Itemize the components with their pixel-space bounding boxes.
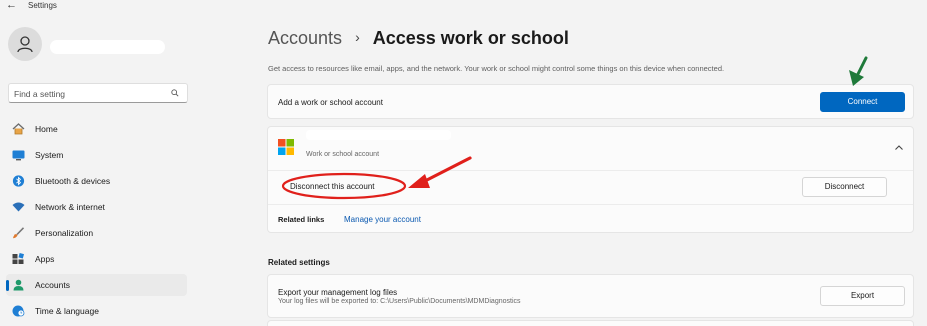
accounts-icon <box>13 279 24 291</box>
breadcrumb-separator: › <box>355 29 360 45</box>
export-button[interactable]: Export <box>820 286 905 306</box>
username-redacted <box>50 40 165 54</box>
sidebar-item-apps[interactable]: Apps <box>6 248 187 270</box>
chevron-up-icon[interactable] <box>894 144 904 151</box>
account-type-label: Work or school account <box>306 151 380 158</box>
next-card-partial <box>267 320 914 326</box>
wifi-icon <box>12 202 25 212</box>
related-links-label: Related links <box>278 215 325 224</box>
sidebar: Find a setting Home System Bluetooth & d… <box>0 14 200 326</box>
connect-button[interactable]: Connect <box>820 92 905 112</box>
back-button[interactable]: ← <box>6 0 17 11</box>
sidebar-item-time-language[interactable]: Time & language <box>6 300 187 322</box>
sidebar-item-accounts[interactable]: Accounts <box>6 274 187 296</box>
sidebar-item-label: Network & internet <box>35 202 105 212</box>
green-arrow-annotation <box>849 56 868 86</box>
sidebar-item-label: Personalization <box>35 228 94 238</box>
search-placeholder: Find a setting <box>14 89 66 99</box>
breadcrumb-parent[interactable]: Accounts <box>268 28 342 48</box>
sidebar-item-label: Time & language <box>35 306 99 316</box>
page-description: Get access to resources like email, apps… <box>268 64 725 73</box>
divider <box>268 170 913 171</box>
related-settings-title: Related settings <box>268 258 330 267</box>
add-account-card: Add a work or school account Connect <box>267 84 914 119</box>
sidebar-item-label: Bluetooth & devices <box>35 176 111 186</box>
work-account-card: Work or school account Disconnect this a… <box>267 126 914 233</box>
export-logs-title: Export your management log files <box>278 288 398 297</box>
search-icon <box>171 89 179 97</box>
search-input[interactable]: Find a setting <box>8 83 188 103</box>
system-icon <box>12 150 25 161</box>
export-logs-card: Export your management log files Your lo… <box>267 274 914 318</box>
manage-account-link[interactable]: Manage your account <box>344 215 421 224</box>
avatar[interactable] <box>8 27 42 61</box>
page-title: Access work or school <box>372 28 569 48</box>
sidebar-item-label: Home <box>35 124 58 134</box>
sidebar-item-network[interactable]: Network & internet <box>6 196 187 218</box>
sidebar-item-label: System <box>35 150 64 160</box>
divider <box>268 204 913 205</box>
window-title: Settings <box>28 1 57 10</box>
breadcrumb: Accounts › Access work or school <box>268 28 569 49</box>
home-icon <box>12 123 25 135</box>
person-icon <box>17 36 33 53</box>
globe-clock-icon <box>12 305 25 317</box>
brush-icon <box>13 227 25 239</box>
bluetooth-icon <box>12 175 25 187</box>
account-email-redacted <box>306 130 451 140</box>
disconnect-account-label: Disconnect this account <box>290 182 375 191</box>
sidebar-item-label: Accounts <box>35 280 70 290</box>
sidebar-item-bluetooth[interactable]: Bluetooth & devices <box>6 170 187 192</box>
sidebar-item-home[interactable]: Home <box>6 118 187 140</box>
sidebar-item-system[interactable]: System <box>6 144 187 166</box>
apps-icon <box>12 253 24 264</box>
title-bar: ← Settings <box>0 0 927 14</box>
microsoft-logo-icon <box>278 139 294 155</box>
disconnect-button[interactable]: Disconnect <box>802 177 887 197</box>
export-logs-subtitle: Your log files will be exported to: C:\U… <box>278 298 521 305</box>
sidebar-item-personalization[interactable]: Personalization <box>6 222 187 244</box>
add-account-label: Add a work or school account <box>278 98 383 107</box>
sidebar-item-label: Apps <box>35 254 55 264</box>
